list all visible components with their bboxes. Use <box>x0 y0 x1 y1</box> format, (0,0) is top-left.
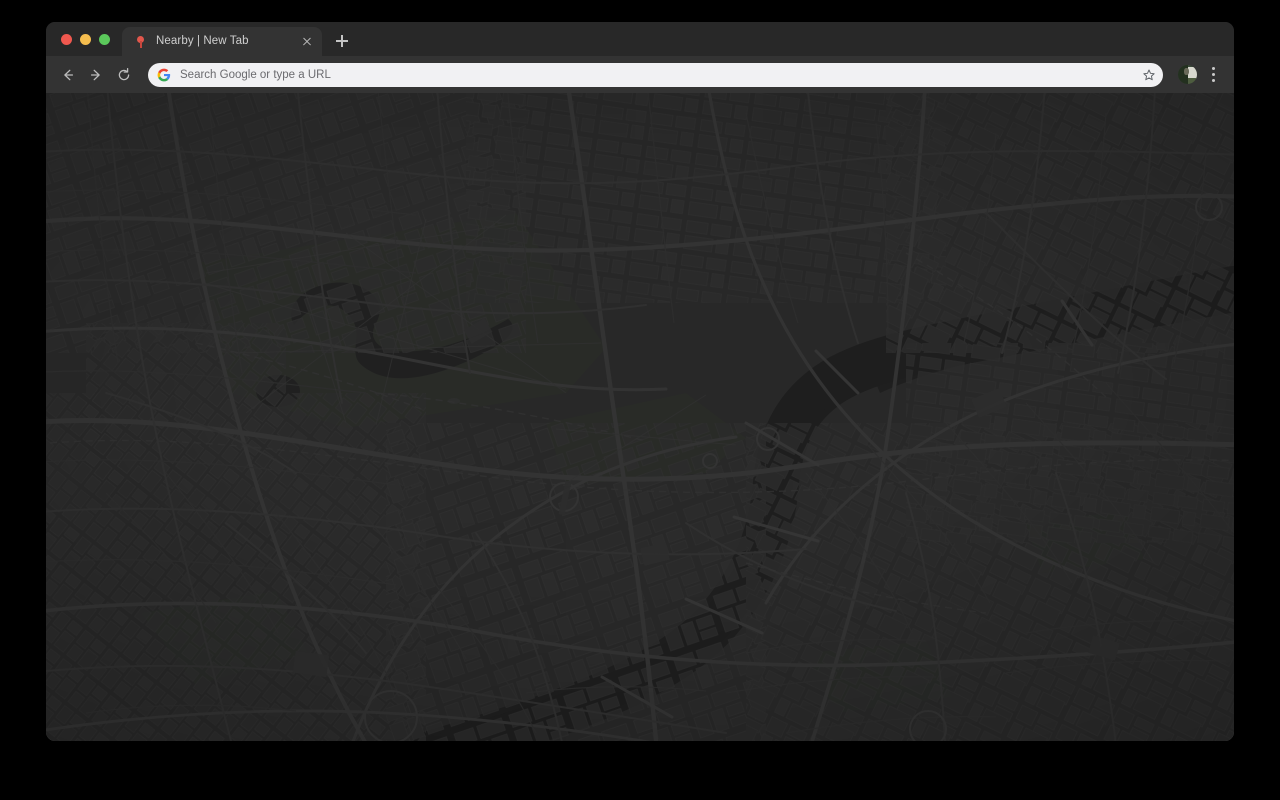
google-g-icon <box>157 68 171 81</box>
map-tiles <box>46 93 1234 741</box>
tab-strip: Nearby | New Tab <box>46 22 1234 56</box>
forward-button[interactable] <box>82 61 110 89</box>
back-button[interactable] <box>54 61 82 89</box>
map-canvas[interactable] <box>46 93 1234 741</box>
map-pin-icon <box>134 35 148 49</box>
arrow-left-icon <box>64 69 74 80</box>
tab-title: Nearby | New Tab <box>156 35 249 47</box>
reload-icon <box>118 67 130 80</box>
screen: Nearby | New Tab Search Google or type a… <box>0 0 1280 800</box>
new-tab-button[interactable] <box>328 27 356 55</box>
browser-toolbar: Search Google or type a URL <box>46 56 1234 93</box>
bookmark-star-icon[interactable] <box>1139 65 1159 85</box>
three-dot-menu-icon[interactable] <box>1202 62 1224 88</box>
close-window-button[interactable] <box>61 33 72 45</box>
arrow-right-icon <box>90 69 100 80</box>
minimize-window-button[interactable] <box>80 33 91 45</box>
reload-button[interactable] <box>110 61 138 89</box>
address-bar[interactable]: Search Google or type a URL <box>148 62 1163 87</box>
address-bar-text: Search Google or type a URL <box>180 68 331 81</box>
browser-tab[interactable]: Nearby | New Tab <box>122 27 322 56</box>
maximize-window-button[interactable] <box>99 33 110 45</box>
close-tab-icon[interactable] <box>298 33 316 51</box>
star-outline-icon <box>1143 68 1155 80</box>
browser-window: Nearby | New Tab Search Google or type a… <box>46 22 1234 741</box>
window-traffic-lights <box>54 22 120 56</box>
profile-avatar[interactable] <box>1178 65 1197 84</box>
